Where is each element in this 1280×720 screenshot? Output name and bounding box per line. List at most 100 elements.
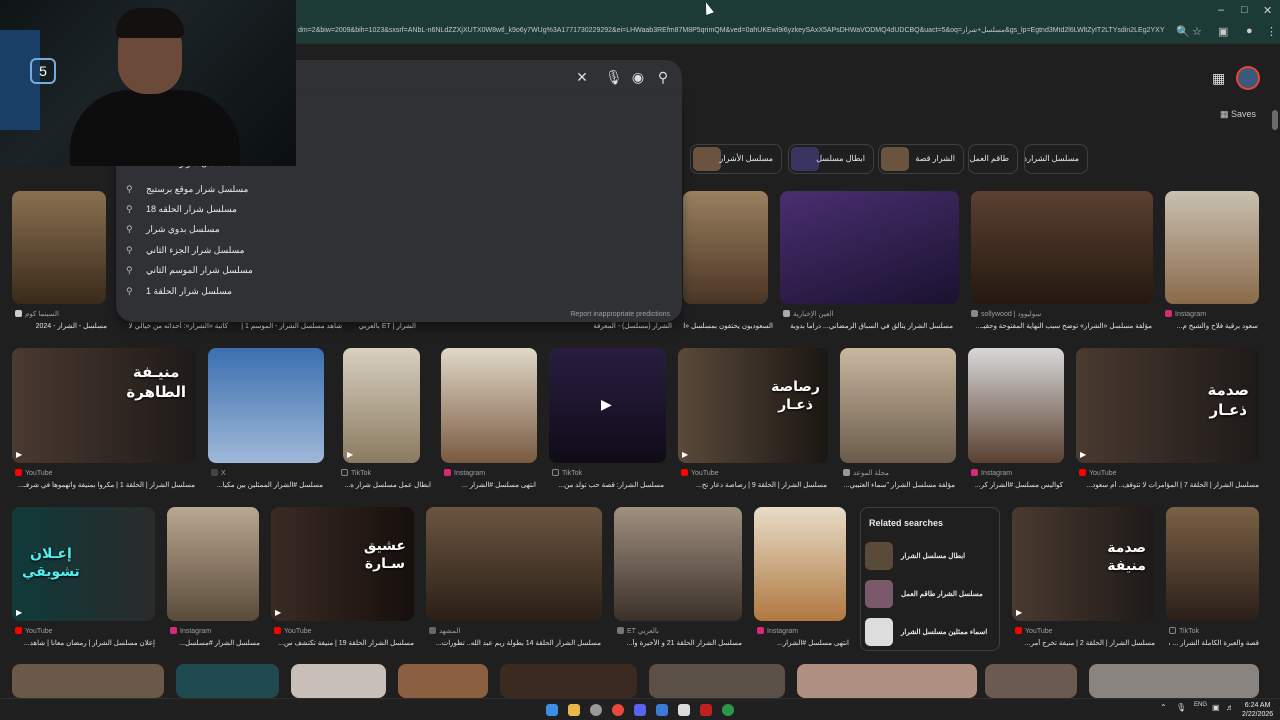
- result-caption[interactable]: مسلسل الشرار | الحلقة 7 | المؤامرات لا ت…: [1079, 481, 1259, 489]
- result-source[interactable]: ET بالعربي: [617, 627, 742, 635]
- result-caption[interactable]: قصة والعبرة الكاملة الشرار ... مسلسـ...: [1169, 639, 1259, 647]
- related-search-item[interactable]: مسلسل الشرار طاقم العمل: [865, 580, 995, 610]
- suggestion-item[interactable]: ⚲ مسلسل بدوي شرار: [116, 220, 416, 240]
- image-result[interactable]: [291, 664, 386, 698]
- result-source[interactable]: العين الإخبارية: [783, 310, 958, 318]
- file-explorer-icon[interactable]: [568, 704, 580, 716]
- filter-chip[interactable]: طاقم العمل: [968, 144, 1018, 174]
- obs-icon[interactable]: [678, 704, 690, 716]
- scrollbar-thumb[interactable]: [1272, 110, 1278, 130]
- image-result[interactable]: [985, 664, 1077, 698]
- result-caption[interactable]: انتهى مسلسل #الشرار...: [757, 639, 849, 647]
- result-source[interactable]: YouTube: [274, 627, 414, 635]
- image-result[interactable]: [754, 507, 846, 621]
- result-source[interactable]: Instagram: [444, 469, 536, 477]
- result-source[interactable]: TikTok: [552, 469, 664, 477]
- saves-link[interactable]: ▦ Saves: [1220, 109, 1256, 120]
- suggestion-item[interactable]: ⚲ مسلسل شرار الحلقة 1: [116, 282, 416, 302]
- image-result[interactable]: [1165, 191, 1259, 304]
- close-window-icon[interactable]: ✕: [1263, 4, 1272, 17]
- related-search-item[interactable]: ابطال مسلسل الشرار: [865, 542, 995, 572]
- app-icon[interactable]: [700, 704, 712, 716]
- browser-menu-icon[interactable]: ⋮: [1266, 25, 1277, 38]
- result-caption[interactable]: الشرار (مسلسل) - المعرفة: [548, 322, 672, 330]
- image-result[interactable]: منيـفة الطاهرة ▶: [12, 348, 196, 463]
- search-icon[interactable]: ⚲: [655, 69, 671, 86]
- start-icon[interactable]: [546, 704, 558, 716]
- result-source[interactable]: YouTube: [1015, 627, 1155, 635]
- image-result[interactable]: [840, 348, 956, 463]
- microphone-icon[interactable]: 🎙: [605, 69, 623, 86]
- url-text[interactable]: dm=2&biw=2009&bih=1023&sxsrf=ANbL-n6NLdZ…: [298, 26, 1168, 34]
- image-result[interactable]: إعـلان تشويقي ▶: [12, 507, 155, 621]
- image-result[interactable]: [968, 348, 1064, 463]
- tray-chevron-icon[interactable]: ⌃: [1160, 703, 1167, 712]
- image-result[interactable]: [683, 191, 768, 304]
- network-icon[interactable]: ▣: [1212, 703, 1220, 712]
- image-result[interactable]: [1089, 664, 1259, 698]
- account-avatar[interactable]: [1236, 66, 1260, 90]
- minimize-icon[interactable]: –: [1218, 4, 1224, 16]
- result-source[interactable]: YouTube: [15, 469, 195, 477]
- result-source[interactable]: Instagram: [1165, 310, 1259, 318]
- result-source[interactable]: السينما كوم: [15, 310, 107, 318]
- result-caption[interactable]: مسلسل الشرار | الحلقة 9 | رصاصة دعار تخ.…: [681, 481, 827, 489]
- page-scrollbar[interactable]: [1270, 44, 1280, 698]
- image-result[interactable]: [500, 664, 637, 698]
- result-source[interactable]: Instagram: [971, 469, 1063, 477]
- clear-icon[interactable]: ✕: [574, 69, 590, 86]
- result-source[interactable]: sollywood | سوليوود: [971, 310, 1151, 318]
- image-result[interactable]: [971, 191, 1153, 304]
- result-caption[interactable]: كواليس مسلسل #الشرار كر...: [971, 481, 1063, 489]
- image-result[interactable]: صدمة ذعـار ▶: [1076, 348, 1259, 463]
- result-source[interactable]: YouTube: [681, 469, 827, 477]
- report-predictions-link[interactable]: Report inappropriate predictions: [570, 311, 670, 318]
- result-caption[interactable]: مسلسل #الشرار الممثلين بين مكيا...: [211, 481, 323, 489]
- related-search-item[interactable]: اسماء ممثلين مسلسل الشرار: [865, 618, 995, 648]
- result-caption[interactable]: مسلسل الشرار يتألق في السباق الرمضاني...…: [783, 322, 953, 330]
- suggestion-item[interactable]: ⚲ مسلسل شرار الموسم الثاني: [116, 261, 416, 281]
- result-caption[interactable]: مؤلفة مسلسل الشرار "سماء العتيبي...: [843, 481, 955, 489]
- result-source[interactable]: TikTok: [341, 469, 421, 477]
- microphone-tray-icon[interactable]: 🎙: [1176, 703, 1186, 712]
- image-result[interactable]: [441, 348, 537, 463]
- suggestion-item[interactable]: ⚲ مسلسل شرار الجزء الثاني: [116, 241, 416, 261]
- result-source[interactable]: المشهد: [429, 627, 599, 635]
- google-apps-icon[interactable]: ▦: [1212, 70, 1225, 87]
- result-caption[interactable]: الشرار | ET بالعربي: [350, 322, 416, 330]
- image-result[interactable]: [398, 664, 488, 698]
- image-result[interactable]: [1166, 507, 1259, 621]
- result-source[interactable]: Instagram: [170, 627, 260, 635]
- result-caption[interactable]: مسلسل - الشرار - 2024: [15, 322, 107, 330]
- result-caption[interactable]: ابطال عمل مسلسل شرار ه...: [341, 481, 431, 489]
- discord-icon[interactable]: [634, 704, 646, 716]
- image-result[interactable]: [176, 664, 279, 698]
- result-source[interactable]: Instagram: [757, 627, 849, 635]
- result-caption[interactable]: مسلسل الشرار #مسلسل...: [170, 639, 260, 647]
- result-source[interactable]: X: [211, 469, 321, 477]
- image-result[interactable]: ▶: [549, 348, 666, 463]
- image-result[interactable]: [614, 507, 742, 621]
- zoom-icon[interactable]: 🔍: [1176, 25, 1190, 38]
- suggestion-item[interactable]: ⚲ مسلسل شرار الحلقه 18: [116, 200, 416, 220]
- image-result[interactable]: صدمة منيفة ▶: [1012, 507, 1154, 621]
- image-result[interactable]: [12, 664, 164, 698]
- app-icon[interactable]: [656, 704, 668, 716]
- image-result[interactable]: [426, 507, 602, 621]
- result-caption[interactable]: مسلسل الشرار | الحلقة 2 | منيفة تخرج أمر…: [1015, 639, 1155, 647]
- settings-icon[interactable]: [590, 704, 602, 716]
- system-clock[interactable]: 6:24 AM 2/22/2026: [1242, 701, 1273, 719]
- result-source[interactable]: YouTube: [1079, 469, 1259, 477]
- result-caption[interactable]: كاتبة «الشرار»: أحداثه من خيالي لا...: [128, 322, 228, 330]
- image-result[interactable]: [780, 191, 959, 304]
- image-result[interactable]: [12, 191, 106, 304]
- image-result[interactable]: [208, 348, 324, 463]
- result-caption[interactable]: مسلسل الشرار الحلقة 21 و الأخيرة وأ...: [617, 639, 743, 647]
- result-caption[interactable]: إعلان مسلسل الشرار | رمضان معانا | شاهد.…: [15, 639, 155, 647]
- bookmark-star-icon[interactable]: ☆: [1192, 25, 1202, 38]
- image-result[interactable]: عشيق سـارة ▶: [271, 507, 414, 621]
- result-source[interactable]: TikTok: [1169, 627, 1259, 635]
- browser-icon[interactable]: [722, 704, 734, 716]
- result-caption[interactable]: مسلسل الشرار الحلقة 14 بطولة ريم عبد الل…: [429, 639, 601, 647]
- image-result[interactable]: ▶: [343, 348, 420, 463]
